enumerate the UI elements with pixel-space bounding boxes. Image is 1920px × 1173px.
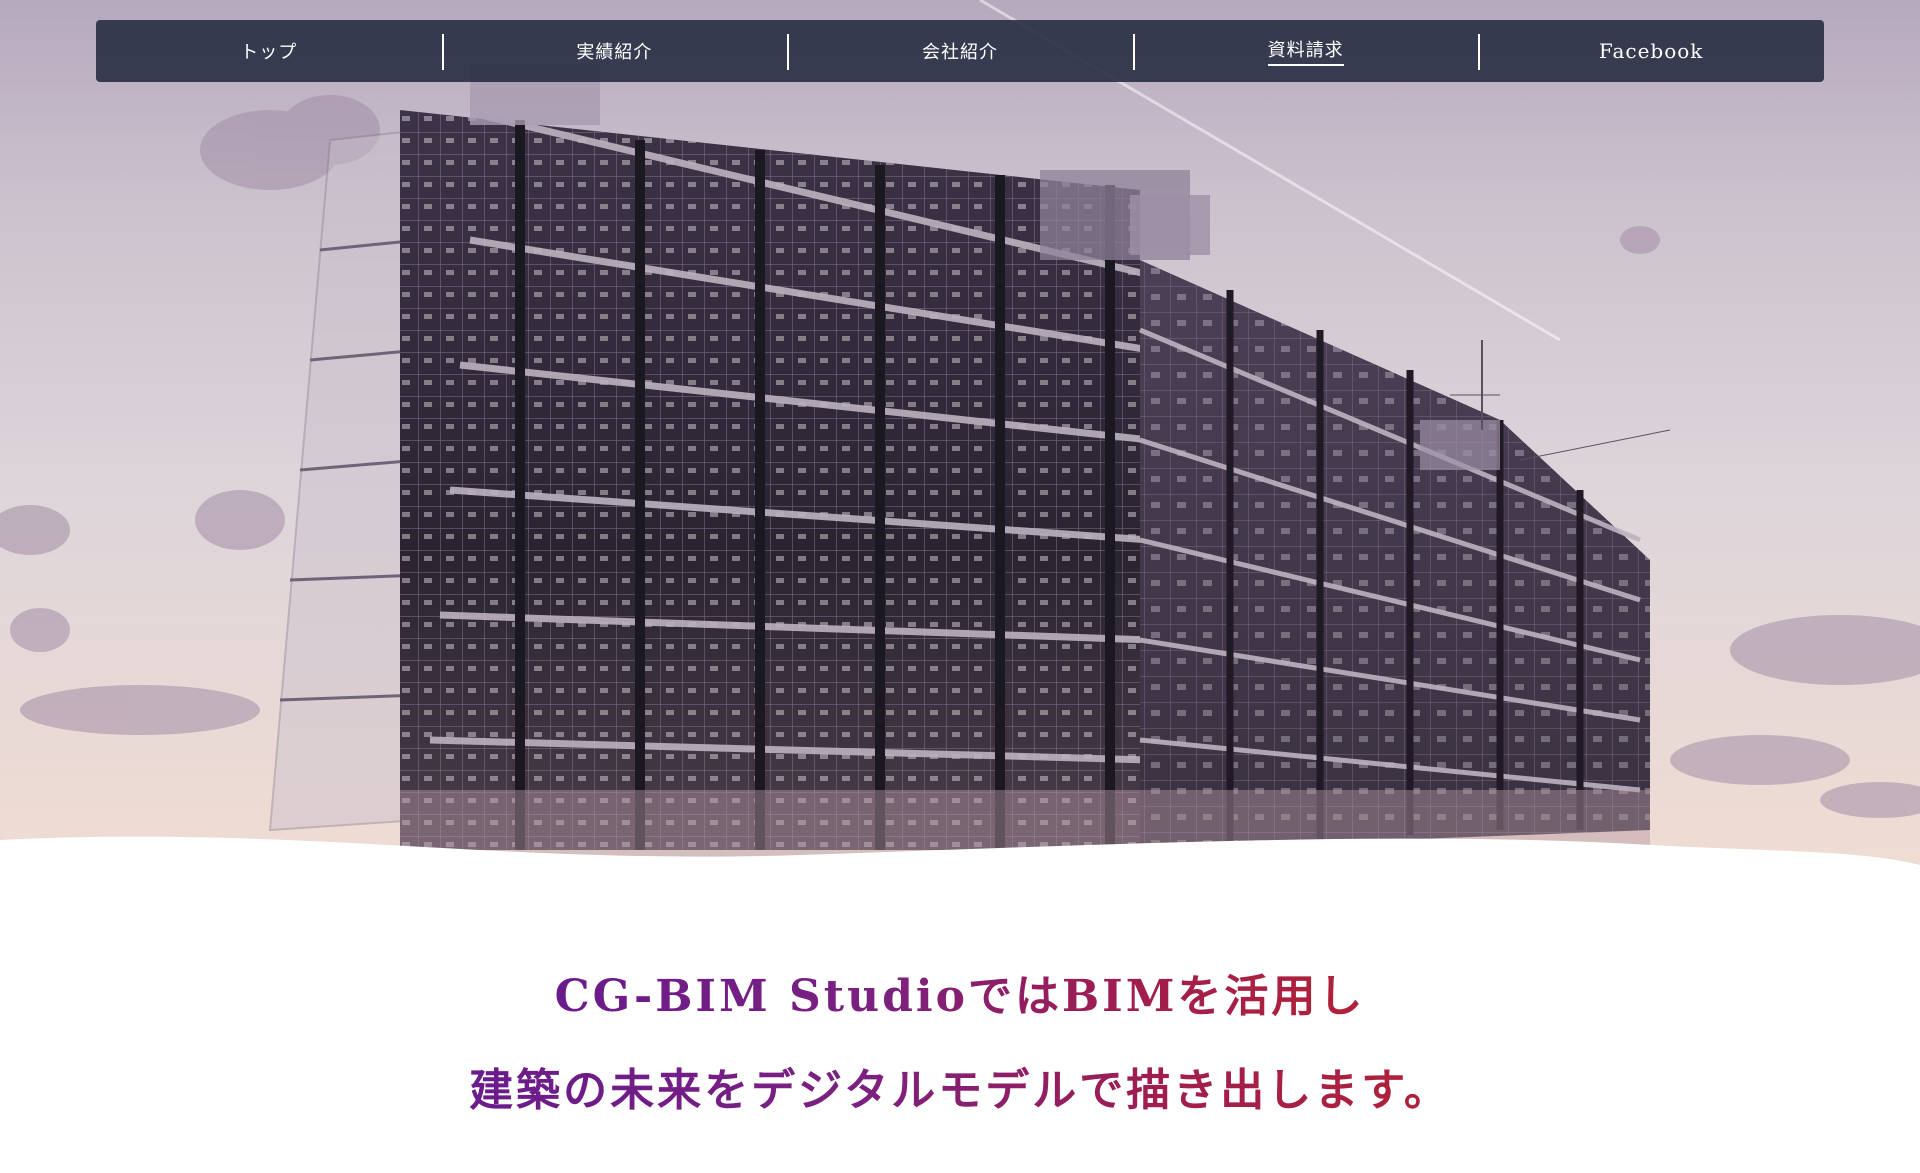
- hero-image: [0, 0, 1920, 880]
- nav-item-label: トップ: [240, 42, 298, 63]
- nav-item-label: 会社紹介: [921, 42, 998, 63]
- page: トップ 実績紹介 会社紹介 資料請求 Facebook CG-BIM Studi…: [0, 0, 1920, 1173]
- nav-item-facebook[interactable]: Facebook: [1478, 20, 1824, 82]
- nav-item-label: 資料請求: [1267, 36, 1344, 66]
- nav-item-label: 実績紹介: [576, 42, 653, 63]
- nav-item-works[interactable]: 実績紹介: [441, 20, 788, 82]
- tagline-line-2: 建築の未来をデジタルモデルで描き出します。: [469, 1044, 1451, 1138]
- tagline: CG-BIM StudioではBIMを活用し 建築の未来をデジタルモデルで描き出…: [0, 950, 1920, 1138]
- nav-item-label: Facebook: [1598, 39, 1704, 63]
- main-nav: トップ 実績紹介 会社紹介 資料請求 Facebook: [96, 20, 1824, 82]
- tagline-line-1: CG-BIM StudioではBIMを活用し: [555, 950, 1366, 1044]
- nav-item-request-materials[interactable]: 資料請求: [1132, 20, 1479, 82]
- nav-item-top[interactable]: トップ: [96, 20, 442, 82]
- nav-item-company[interactable]: 会社紹介: [787, 20, 1133, 82]
- bim-building-illustration: [0, 0, 1920, 880]
